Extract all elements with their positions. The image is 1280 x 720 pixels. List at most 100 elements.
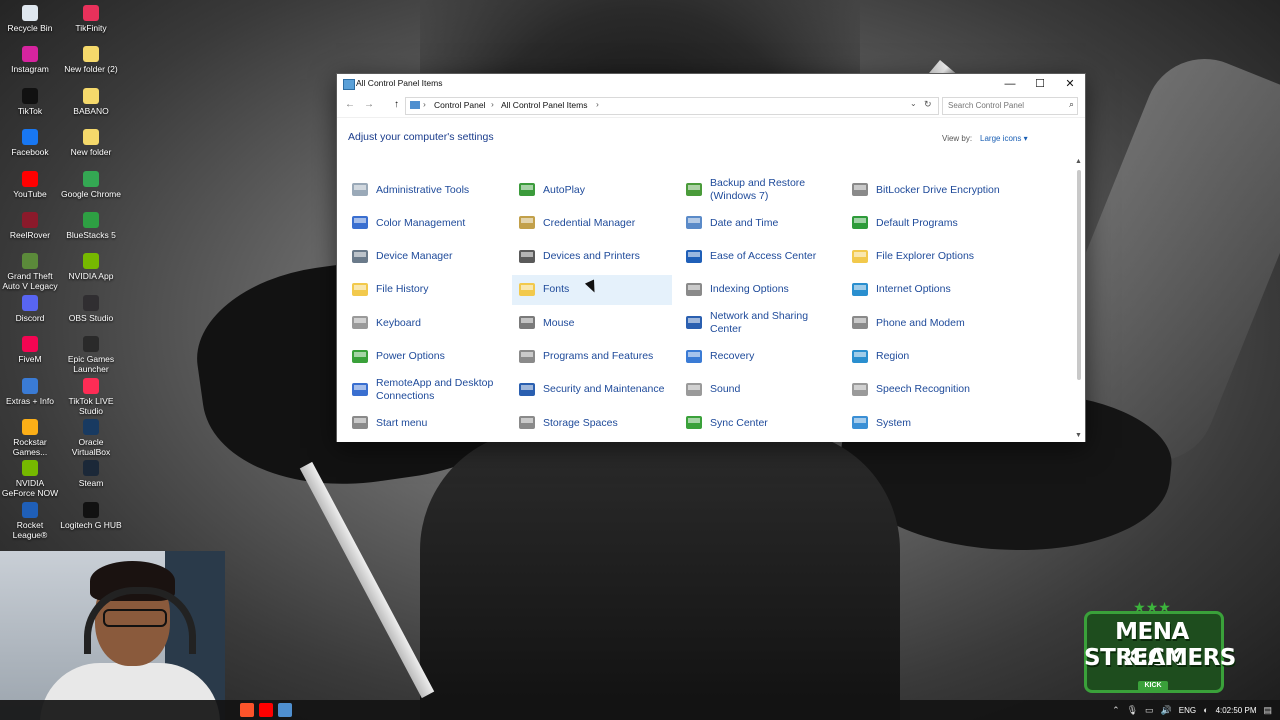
desktop-icon[interactable]: New folder (2)	[60, 46, 122, 74]
desktop-icon[interactable]: Recycle Bin	[0, 5, 61, 33]
backup-icon	[684, 180, 704, 200]
vertical-scrollbar[interactable]: ▲ ▼	[1074, 158, 1084, 442]
autoplay-icon	[517, 180, 537, 200]
item-label: Fonts	[543, 283, 570, 296]
youtube-icon[interactable]	[259, 703, 273, 717]
minimize-button[interactable]: —	[995, 74, 1025, 94]
desktop-icon[interactable]: YouTube	[0, 170, 61, 199]
control-panel-item[interactable]: Sync Center	[679, 408, 839, 438]
maximize-button[interactable]: ☐	[1025, 74, 1055, 94]
desktop-icon[interactable]: OBS Studio	[60, 294, 122, 323]
control-panel-item[interactable]: Default Programs	[845, 208, 1005, 238]
control-panel-item[interactable]: Internet Options	[845, 275, 1005, 305]
address-dropdown-icon[interactable]: ⌄	[910, 99, 917, 108]
desktop-icon[interactable]: Oracle VirtualBox	[60, 419, 122, 457]
network-icon[interactable]: ▭	[1145, 705, 1154, 716]
control-panel-item[interactable]: File Explorer Options	[845, 242, 1005, 272]
refresh-icon[interactable]: ↻	[924, 99, 932, 110]
scroll-thumb[interactable]	[1077, 170, 1081, 380]
desktop-icon[interactable]: BlueStacks 5	[60, 212, 122, 240]
desktop-icon-label: Epic Games Launcher	[67, 354, 115, 375]
control-panel-item[interactable]: Security and Maintenance	[512, 375, 672, 405]
language-indicator[interactable]: ENG	[1179, 706, 1196, 715]
clock[interactable]: 4:02:50 PM	[1216, 706, 1257, 715]
desktop-icon[interactable]: New folder	[60, 129, 122, 157]
desktop-icon[interactable]: Rockstar Games...	[0, 419, 61, 457]
desktop-icon[interactable]: Grand Theft Auto V Legacy	[0, 253, 61, 291]
scroll-down-icon[interactable]: ▼	[1075, 432, 1082, 439]
control-panel-item[interactable]: Ease of Access Center	[679, 242, 839, 272]
control-panel-item[interactable]: AutoPlay	[512, 175, 672, 205]
control-panel-item[interactable]: Credential Manager	[512, 208, 672, 238]
chevron-right-icon: ›	[596, 99, 599, 109]
desktop-icon[interactable]: TikTok	[0, 87, 61, 116]
notifications-icon[interactable]: ▤	[1263, 705, 1272, 716]
desktop-icon[interactable]: Instagram	[0, 46, 61, 74]
title-bar[interactable]: All Control Panel Items — ☐ ✕	[337, 74, 1085, 94]
desktop-icon[interactable]: ReelRover	[0, 212, 61, 240]
desktop-icon[interactable]: Google Chrome	[60, 170, 122, 199]
control-panel-item[interactable]: Programs and Features	[512, 342, 672, 372]
search-icon[interactable]: ⌕	[1069, 99, 1074, 110]
forward-button[interactable]: →	[364, 99, 374, 110]
desktop-icon[interactable]: Steam	[60, 460, 122, 488]
search-box[interactable]: ⌕	[942, 97, 1078, 115]
microphone-icon[interactable]: 🎙	[1127, 705, 1138, 716]
desktop-icon[interactable]: NVIDIA GeForce NOW	[0, 460, 61, 498]
desktop-icon[interactable]: FiveM	[0, 336, 61, 364]
app-icon	[83, 212, 99, 228]
brave-icon[interactable]	[240, 703, 254, 717]
item-label: Indexing Options	[710, 283, 789, 296]
control-panel-item[interactable]: Sound	[679, 375, 839, 405]
search-input[interactable]	[943, 98, 1066, 112]
control-panel-item[interactable]: Start menu	[345, 408, 505, 438]
desktop-icon[interactable]: Facebook	[0, 129, 61, 157]
address-bar[interactable]: › Control Panel › All Control Panel Item…	[405, 97, 939, 115]
control-panel-item[interactable]: RemoteApp and Desktop Connections	[345, 375, 505, 405]
control-panel-item[interactable]: Region	[845, 342, 1005, 372]
control-panel-item[interactable]: Mouse	[512, 308, 672, 338]
desktop-icon[interactable]: Discord	[0, 294, 61, 323]
control-panel-item[interactable]: Color Management	[345, 208, 505, 238]
desktop-icon[interactable]: BABANO	[60, 87, 122, 116]
desktop-icon[interactable]: Extras + Info	[0, 377, 61, 406]
back-button[interactable]: ←	[345, 99, 355, 110]
control-panel-item[interactable]: BitLocker Drive Encryption	[845, 175, 1005, 205]
breadcrumb-all-items[interactable]: All Control Panel Items	[501, 100, 587, 110]
control-panel-item[interactable]: Phone and Modem	[845, 308, 1005, 338]
control-panel-item[interactable]: Date and Time	[679, 208, 839, 238]
breadcrumb-control-panel[interactable]: Control Panel	[434, 100, 486, 110]
up-button[interactable]: ↑	[394, 99, 399, 110]
control-panel-item[interactable]: Backup and Restore (Windows 7)	[679, 175, 839, 205]
taskbar: ⌃ 🎙 ▭ 🔊 ENG ◐ 4:02:50 PM ▤	[0, 700, 1280, 720]
control-panel-item[interactable]: Power Options	[345, 342, 505, 372]
desktop-icon-label: TikTok	[17, 105, 43, 116]
control-panel-icon[interactable]	[278, 703, 292, 717]
control-panel-item[interactable]: Keyboard	[345, 308, 505, 338]
desktop-icon[interactable]: Epic Games Launcher	[60, 336, 122, 374]
control-panel-item[interactable]: Administrative Tools	[345, 175, 505, 205]
scroll-up-icon[interactable]: ▲	[1075, 158, 1082, 165]
control-panel-item[interactable]: Storage Spaces	[512, 408, 672, 438]
control-panel-item[interactable]: System	[845, 408, 1005, 438]
chevron-up-icon[interactable]: ⌃	[1112, 705, 1120, 716]
control-panel-item[interactable]: File History	[345, 275, 505, 305]
control-panel-item[interactable]: Device Manager	[345, 242, 505, 272]
desktop-icon[interactable]: TikFinity	[60, 5, 122, 33]
view-by-dropdown[interactable]: Large icons ▾	[980, 134, 1028, 143]
control-panel-item[interactable]: Speech Recognition	[845, 375, 1005, 405]
control-panel-item[interactable]: Network and Sharing Center	[679, 308, 839, 338]
item-label: Power Options	[376, 350, 445, 362]
desktop-icon[interactable]: TikTok LIVE Studio	[60, 377, 122, 416]
desktop-icon[interactable]: Logitech G HUB	[60, 501, 122, 530]
desktop-icon[interactable]: Rocket League®	[0, 501, 61, 540]
mena-kick-logo: ★★★ MENA KICK STREAMERS KICK	[1084, 599, 1236, 693]
volume-icon[interactable]: 🔊	[1161, 705, 1172, 716]
desktop-icon[interactable]: NVIDIA App	[60, 253, 122, 281]
headset-icon[interactable]: ◐	[1203, 705, 1208, 715]
control-panel-item[interactable]: Devices and Printers	[512, 242, 672, 272]
close-button[interactable]: ✕	[1055, 74, 1085, 94]
control-panel-item[interactable]: Recovery	[679, 342, 839, 372]
app-icon	[22, 460, 38, 477]
control-panel-item[interactable]: Indexing Options	[679, 275, 839, 305]
